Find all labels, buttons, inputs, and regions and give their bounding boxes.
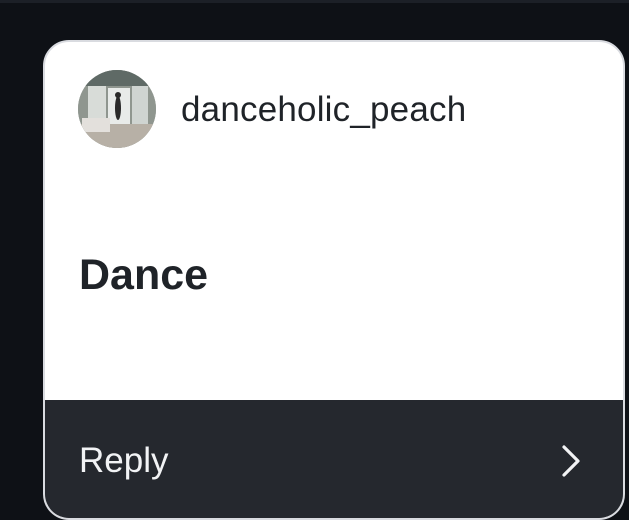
message-card: danceholic_peach Dance Reply [43,40,625,520]
card-header: danceholic_peach [45,42,623,182]
top-edge-strip [0,0,629,3]
reply-label: Reply [79,441,169,480]
username[interactable]: danceholic_peach [181,90,466,130]
message-text: Dance [79,251,209,299]
reply-button[interactable]: Reply [45,400,623,518]
avatar-photo-icon [78,70,156,148]
chevron-right-icon [562,445,580,477]
avatar[interactable] [78,70,156,148]
